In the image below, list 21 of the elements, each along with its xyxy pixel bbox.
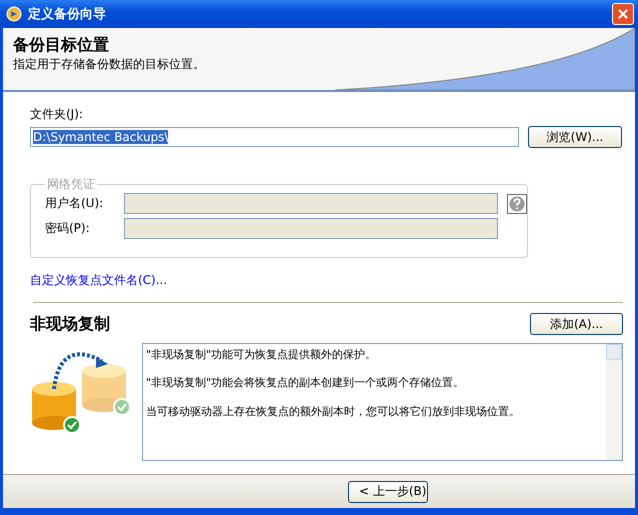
close-icon[interactable] [617, 8, 629, 20]
folder-label: 文件夹(J): [30, 106, 84, 123]
description-text: "非现场复制"功能会将恢复点的副本创建到一个或两个存储位置。 [146, 376, 466, 391]
description-text: "非现场复制"功能可为恢复点提供额外的保护。 [146, 348, 378, 362]
group-legend: 网络凭证 [45, 176, 97, 193]
close-button[interactable] [612, 3, 634, 25]
page-title: 备份目标位置 [13, 35, 110, 56]
app-icon [6, 6, 22, 22]
page-subtitle: 指定用于存储备份数据的目标位置。 [13, 56, 205, 73]
section-title: 非现场复制 [30, 314, 111, 334]
folder-field[interactable]: D:\Symantec Backups\ [30, 127, 519, 147]
custom-filename-link[interactable]: 自定义恢复点文件名(C)... [30, 272, 168, 289]
field-label: 密码(P): [45, 221, 90, 235]
add-button[interactable]: 添加(A)... [530, 313, 623, 335]
browse-button[interactable]: 浏览(W)... [528, 126, 622, 148]
description-box[interactable]: "非现场复制"功能可为恢复点提供额外的保护。 "非现场复制"功能会将恢复点的副本创建到一个或两个存储位置。 当可移动驱动器上存在恢复点的额外副本时，您可以将它们放到非现场位置。 [142, 343, 623, 461]
field-label: 用户名(U): [45, 196, 104, 210]
description-text: 当可移动驱动器上存在恢复点的额外副本时，您可以将它们放到非现场位置。 [146, 404, 521, 419]
scrollbar[interactable] [606, 344, 622, 460]
back-button[interactable]: < 上一步(B) [348, 480, 428, 502]
window-title: 定义备份向导 [28, 6, 107, 23]
